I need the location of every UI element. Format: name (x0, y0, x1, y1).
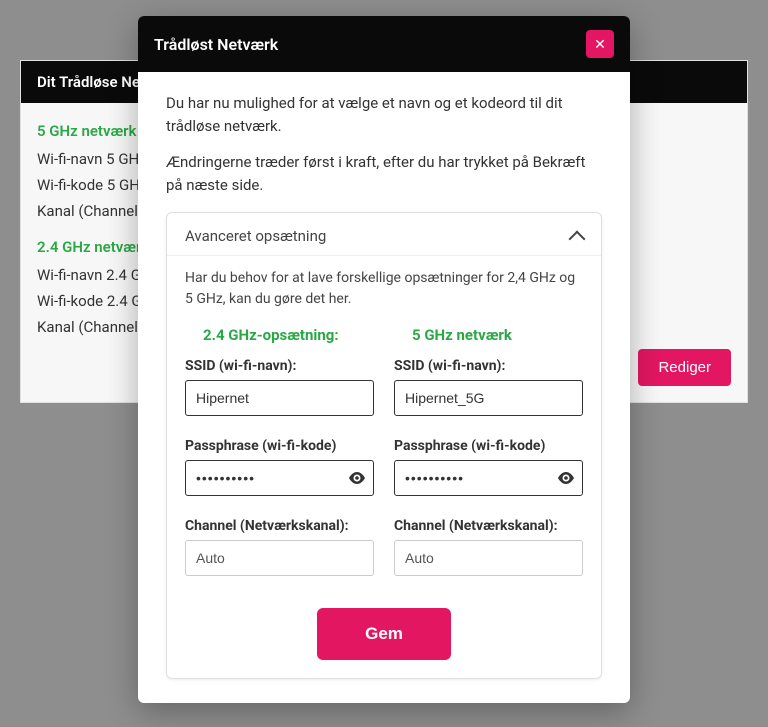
pass-5-group: Passphrase (wi-fi-kode) (394, 434, 583, 514)
accordion-body: Har du behov for at lave forskellige ops… (167, 256, 601, 678)
ssid-24-group: SSID (wi-fi-navn): (185, 354, 374, 434)
passphrase-label: Passphrase (wi-fi-kode) (185, 438, 374, 454)
eye-icon[interactable] (348, 472, 366, 484)
ssid-5-input[interactable] (394, 380, 583, 416)
chevron-up-icon (569, 231, 586, 248)
ssid-5-group: SSID (wi-fi-navn): (394, 354, 583, 434)
ssid-label: SSID (wi-fi-navn): (394, 358, 583, 374)
form-grid: 2.4 GHz-opsætning: 5 GHz netværk SSID (w… (185, 326, 583, 584)
passphrase-label: Passphrase (wi-fi-kode) (394, 438, 583, 454)
intro-text-2: Ændringerne træder først i kraft, efter … (166, 151, 602, 196)
ssid-24-input[interactable] (185, 380, 374, 416)
channel-5-select[interactable]: Auto (394, 540, 583, 576)
passphrase-5-input[interactable] (394, 460, 583, 496)
modal-title: Trådløst Netværk (154, 35, 278, 54)
channel-5-group: Channel (Netværkskanal): Auto (394, 514, 583, 584)
col-5ghz-title: 5 GHz netværk (394, 326, 583, 344)
modal-header: Trådløst Netværk ✕ (138, 16, 630, 72)
channel-label: Channel (Netværkskanal): (394, 518, 583, 534)
eye-icon[interactable] (557, 472, 575, 484)
accordion-title: Avanceret opsætning (185, 227, 326, 245)
modal-intro: Du har nu mulighed for at vælge et navn … (166, 92, 602, 196)
close-button[interactable]: ✕ (586, 30, 614, 58)
passphrase-24-input[interactable] (185, 460, 374, 496)
ssid-label: SSID (wi-fi-navn): (185, 358, 374, 374)
modal-body: Du har nu mulighed for at vælge et navn … (138, 72, 630, 703)
col-24ghz-title: 2.4 GHz-opsætning: (185, 326, 374, 344)
intro-text-1: Du har nu mulighed for at vælge et navn … (166, 92, 602, 137)
channel-label: Channel (Netværkskanal): (185, 518, 374, 534)
pass-24-group: Passphrase (wi-fi-kode) (185, 434, 374, 514)
accordion-toggle[interactable]: Avanceret opsætning (167, 213, 601, 256)
accordion-help-text: Har du behov for at lave forskellige ops… (185, 268, 583, 310)
close-icon: ✕ (594, 36, 606, 53)
advanced-setup-accordion: Avanceret opsætning Har du behov for at … (166, 212, 602, 679)
save-button[interactable]: Gem (317, 608, 451, 660)
wireless-network-modal: Trådløst Netværk ✕ Du har nu mulighed fo… (138, 16, 630, 703)
edit-button[interactable]: Rediger (638, 349, 731, 386)
channel-24-group: Channel (Netværkskanal): Auto (185, 514, 374, 584)
channel-24-select[interactable]: Auto (185, 540, 374, 576)
